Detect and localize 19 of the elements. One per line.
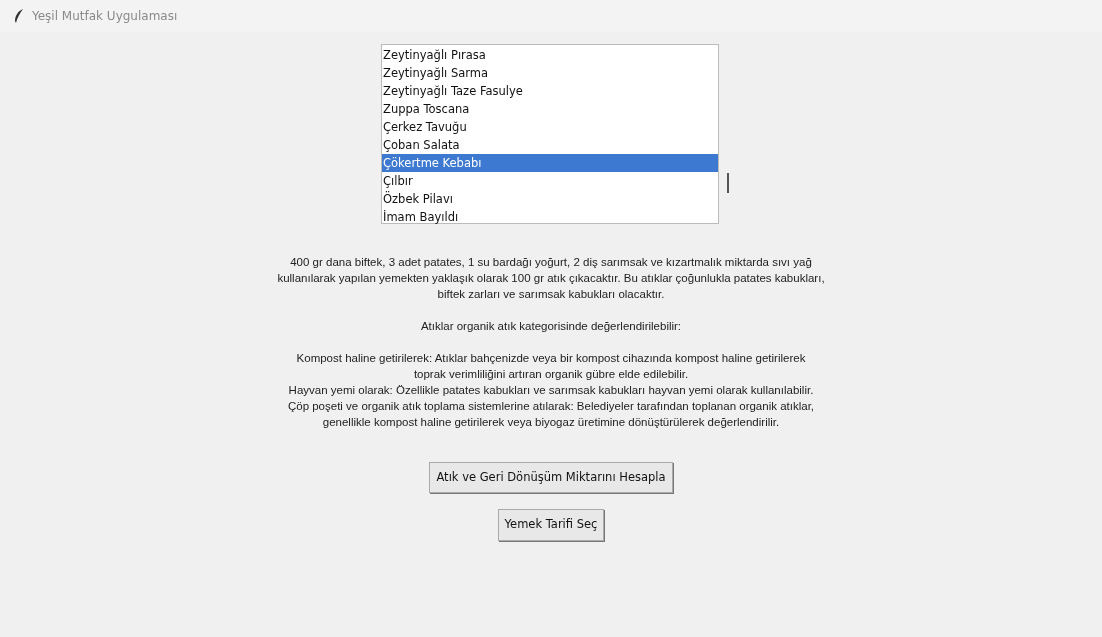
recipe-item[interactable]: Zuppa Toscana	[382, 100, 718, 118]
recipe-item[interactable]: İmam Bayıldı	[382, 208, 718, 226]
result-paragraph: Atıklar organik atık kategorisinde değerlendirilebilir:	[420, 319, 682, 334]
recipe-item[interactable]: Çoban Salata	[382, 136, 718, 154]
window-title: Yeşil Mutfak Uygulaması	[32, 8, 178, 25]
recipe-listbox[interactable]: Zeytinyağlı Pırasa Zeytinyağlı Sarma Zeytinyağlı Taze Fasulye Zuppa Toscana Çerkez Tavuğu Çoban Salata Çökertme Kebabı Çılbır Özbek Pilavı İmam Bayıldı	[381, 44, 719, 224]
recipe-item[interactable]: Zeytinyağlı Pırasa	[382, 46, 718, 64]
recipe-item[interactable]: Çılbır	[382, 172, 718, 190]
feather-icon	[14, 9, 24, 23]
recipe-item[interactable]: Zeytinyağlı Taze Fasulye	[382, 82, 718, 100]
recipe-item[interactable]: Çerkez Tavuğu	[382, 118, 718, 136]
result-paragraph: Kompost haline getirilerek: Atıklar bahçenizde veya bir kompost cihazında kompost haline getirilerek toprak verimliliğini artıran organik gübre elde edilebilir. Hayvan yemi olarak: Özellikle patates kabukları ve sarımsak kabukları hayvan yemi olarak kullanılabilir. Çöp poşeti ve organik atık toplama sistemlerine atılarak: Belediyeler tarafından toplanan organik atıklar, genellikle kompost haline getirilerek veya biyogaz üretimine dönüştürülerek değerlendirilir.	[287, 351, 815, 430]
recipe-item[interactable]: Özbek Pilavı	[382, 190, 718, 208]
recipe-item[interactable]: Çökertme Kebabı	[382, 154, 718, 172]
scroll-mark	[727, 173, 729, 193]
result-paragraph: 400 gr dana biftek, 3 adet patates, 1 su bardağı yoğurt, 2 diş sarımsak ve kızartmalık miktarda sıvı yağ kullanılarak yapılan yemekten yaklaşık olarak 100 gr atık çıkacaktır. Bu atıklar çoğunlukla patates kabukları, biftek zarları ve sarımsak kabukları olacaktır.	[277, 255, 825, 302]
recipe-item[interactable]: Zeytinyağlı Sarma	[382, 64, 718, 82]
select-recipe-button[interactable]: Yemek Tarifi Seç	[497, 509, 605, 541]
calculate-button[interactable]: Atık ve Geri Dönüşüm Miktarını Hesapla	[429, 462, 673, 494]
